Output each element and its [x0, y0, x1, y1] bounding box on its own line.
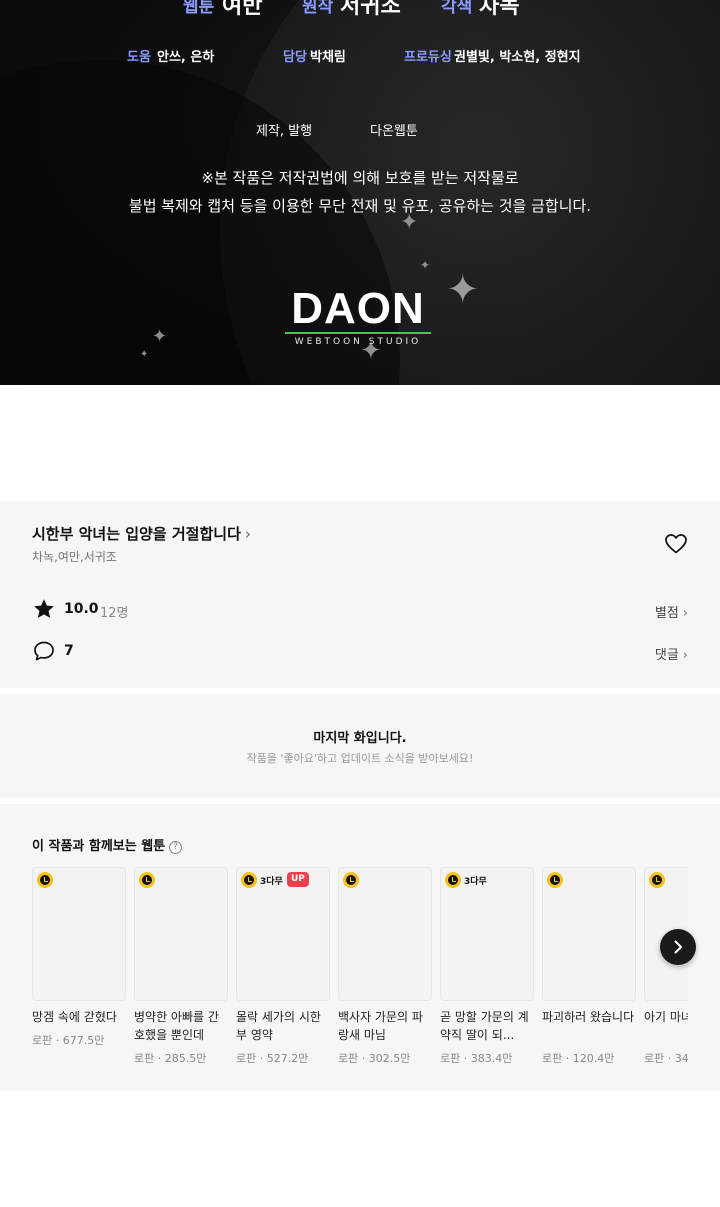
- credit-role-manager: 담당: [283, 50, 307, 65]
- recommendation-meta: 로판 · 34: [644, 1052, 688, 1065]
- wait-free-badge: 3다무: [464, 877, 487, 887]
- recommendation-thumbnail: [542, 867, 636, 1001]
- recommendation-meta: 로판 · 677.5만: [32, 1034, 105, 1047]
- recommendation-title: 백사자 가문의 파랑새 마님: [338, 1010, 423, 1042]
- carousel-next-button[interactable]: [660, 929, 696, 965]
- recommendation-thumbnail: [338, 867, 432, 1001]
- recommendation-card[interactable]: 3다무 곧 망할 가문의 계약직 딸이 되... 로판 · 383.4만: [440, 867, 534, 1077]
- recommendations-heading: 이 작품과 함께보는 웹툰?: [32, 835, 183, 854]
- chevron-right-icon: ›: [244, 525, 251, 543]
- recommendation-title: 망겜 속에 갇혔다: [32, 1010, 117, 1024]
- recommendation-thumbnail: [32, 867, 126, 1001]
- comment-link-label: 댓글: [654, 648, 679, 663]
- recommendation-card[interactable]: 병약한 아빠를 간호했을 뿐인데 로판 · 285.5만: [134, 867, 228, 1077]
- sparkle-icon: ✦: [400, 210, 419, 235]
- copyright-notice-line1: ※본 작품은 저작권법에 의해 보호를 받는 저작물로: [201, 169, 519, 187]
- clock-icon: [343, 872, 359, 888]
- recommendation-title: 병약한 아빠를 간호했을 뿐인데: [134, 1010, 219, 1042]
- credit-role-adaptation: 각색: [441, 0, 473, 17]
- recommendation-title: 몰락 세가의 시한부 영약: [236, 1010, 321, 1042]
- recommendation-card[interactable]: 백사자 가문의 파랑새 마님 로판 · 302.5만: [338, 867, 432, 1077]
- credit-role-assist: 도움: [127, 50, 151, 65]
- star-icon: [34, 599, 54, 618]
- credit-name-original: 서귀조: [340, 0, 401, 19]
- up-badge: UP: [287, 872, 309, 887]
- work-title-link[interactable]: 시한부 악녀는 입양을 거절합니다 ›: [32, 523, 251, 544]
- clock-icon: [445, 872, 461, 888]
- recommendation-meta: 로판 · 383.4만: [440, 1052, 513, 1065]
- recommendations-section: 이 작품과 함께보는 웹툰? 망겜 속에 갇혔다 로판 · 677.5만 병약한…: [0, 804, 720, 1091]
- chevron-right-icon: ›: [682, 648, 688, 663]
- comment-count: 7: [64, 643, 74, 659]
- logo-subtitle: WEBTOON STUDIO: [294, 337, 422, 347]
- last-episode-title: 마지막 화입니다.: [313, 731, 407, 746]
- wait-free-badge: 3다무: [260, 877, 283, 887]
- rating-count: 12명: [100, 606, 129, 621]
- recommendation-title: 아기 마녀 메이커: [644, 1010, 688, 1024]
- comment-link[interactable]: 댓글 ›: [655, 644, 688, 663]
- recommendation-carousel: 망겜 속에 갇혔다 로판 · 677.5만 병약한 아빠를 간호했을 뿐인데 로…: [32, 867, 688, 1077]
- publisher-name: 다온웹툰: [370, 124, 418, 139]
- recommendation-thumbnail: 3다무: [440, 867, 534, 1001]
- credit-name-adaptation: 차녹: [479, 0, 520, 19]
- recommendations-heading-label: 이 작품과 함께보는 웹툰: [32, 839, 166, 854]
- credit-name-assist: 안쓰, 은하: [157, 50, 215, 65]
- sparkle-icon: ✦: [152, 326, 168, 347]
- publish-label: 제작, 발행: [256, 124, 313, 139]
- copyright-notice: ※본 작품은 저작권법에 의해 보호를 받는 저작물로 불법 복제와 캡처 등을…: [0, 164, 720, 220]
- credit-role-producer: 프로듀싱: [404, 50, 452, 65]
- last-episode-notice: 마지막 화입니다. 작품을 '좋아요'하고 업데이트 소식을 받아보세요!: [0, 694, 720, 798]
- heart-icon[interactable]: [664, 532, 688, 556]
- work-authors: 차녹,여만,서귀조: [32, 550, 117, 564]
- comment-icon: [34, 641, 54, 661]
- recommendation-meta: 로판 · 120.4만: [542, 1052, 615, 1065]
- rating-row: 10.0 12명 별점 ›: [32, 597, 688, 623]
- clock-icon: [649, 872, 665, 888]
- recommendation-meta: 로판 · 302.5만: [338, 1052, 411, 1065]
- work-info-section: 시한부 악녀는 입양을 거절합니다 › 차녹,여만,서귀조 10.0 12명 별점…: [0, 501, 720, 688]
- copyright-notice-line2: 불법 복제와 캡처 등을 이용한 무단 전재 및 유포, 공유하는 것을 금합니…: [128, 197, 592, 215]
- credits-secondary-row: 도움 안쓰, 은하 담당 박채림 프로듀싱 권별빛, 박소현, 정현지: [0, 46, 720, 66]
- recommendation-meta: 로판 · 527.2만: [236, 1052, 309, 1065]
- credit-name-manager: 박채림: [310, 50, 346, 65]
- recommendation-card[interactable]: 아기 마녀 메이커 로판 · 34: [644, 867, 688, 1077]
- credit-name-producer: 권별빛, 박소현, 정현지: [454, 50, 581, 65]
- rating-link[interactable]: 별점 ›: [655, 602, 688, 621]
- recommendation-card[interactable]: 파괴하러 왔습니다 로판 · 120.4만: [542, 867, 636, 1077]
- credit-role-original: 원작: [302, 0, 334, 17]
- chevron-right-icon: ›: [682, 606, 688, 621]
- sparkle-icon: ✦: [420, 258, 431, 272]
- comment-row: 7 댓글 ›: [32, 639, 688, 665]
- clock-icon: [547, 872, 563, 888]
- work-title: 시한부 악녀는 입양을 거절합니다: [32, 525, 241, 543]
- clock-icon: [241, 872, 257, 888]
- recommendation-thumbnail: 3다무 UP: [236, 867, 330, 1001]
- sparkle-icon: ✦: [140, 349, 149, 360]
- chevron-right-icon: [674, 940, 682, 954]
- daon-logo: DAON WEBTOON STUDIO: [283, 284, 433, 347]
- credits-banner: 웹툰 여반 원작 서귀조 각색 차녹 도움 안쓰, 은하 담당 박채림 프로듀싱…: [0, 0, 720, 385]
- rating-link-label: 별점: [654, 606, 679, 621]
- recommendation-thumbnail: [134, 867, 228, 1001]
- last-episode-subtitle: 작품을 '좋아요'하고 업데이트 소식을 받아보세요!: [246, 752, 474, 765]
- clock-icon: [37, 872, 53, 888]
- credit-role-webtoon: 웹툰: [183, 0, 215, 17]
- rating-value: 10.0: [64, 601, 99, 617]
- help-icon[interactable]: ?: [169, 841, 183, 854]
- recommendation-meta: 로판 · 285.5만: [134, 1052, 207, 1065]
- clock-icon: [139, 872, 155, 888]
- recommendation-title: 곧 망할 가문의 계약직 딸이 되...: [440, 1010, 529, 1042]
- logo-wordmark: DAON: [291, 284, 425, 333]
- credits-primary-row: 웹툰 여반 원작 서귀조 각색 차녹: [0, 0, 720, 19]
- recommendation-card[interactable]: 망겜 속에 갇혔다 로판 · 677.5만: [32, 867, 126, 1077]
- recommendation-title: 파괴하러 왔습니다: [542, 1010, 635, 1024]
- recommendation-card[interactable]: 3다무 UP 몰락 세가의 시한부 영약 로판 · 527.2만: [236, 867, 330, 1077]
- sparkle-icon: ✦: [446, 267, 480, 313]
- credit-name-webtoon: 여반: [222, 0, 263, 19]
